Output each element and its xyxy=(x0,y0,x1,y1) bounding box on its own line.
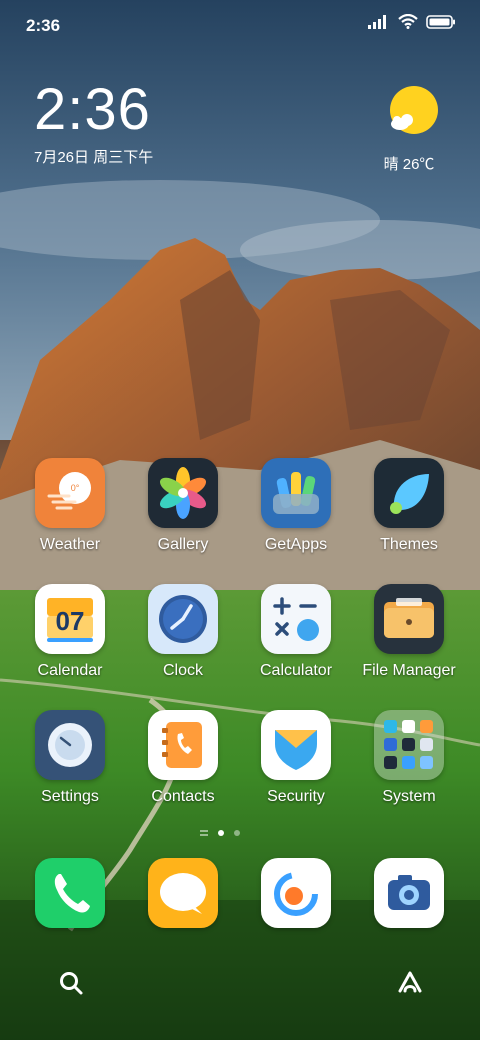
app-system-folder[interactable]: System xyxy=(354,710,464,806)
app-clock[interactable]: Clock xyxy=(128,584,238,680)
contacts-icon xyxy=(148,710,218,780)
wifi-icon xyxy=(398,14,418,29)
app-gallery[interactable]: Gallery xyxy=(128,458,238,554)
app-calculator[interactable]: Calculator xyxy=(241,584,351,680)
app-label: System xyxy=(382,788,436,805)
app-label: Clock xyxy=(162,662,203,679)
dock-phone[interactable] xyxy=(15,858,125,928)
app-themes[interactable]: Themes xyxy=(354,458,464,554)
phone-icon xyxy=(35,858,105,928)
status-bar: 2:36 xyxy=(0,0,480,50)
battery-icon xyxy=(426,14,455,29)
dock-messages[interactable] xyxy=(128,858,238,928)
calculator-icon xyxy=(261,584,331,654)
app-label: Contacts xyxy=(151,788,215,805)
app-settings[interactable]: Settings xyxy=(15,710,125,806)
app-file-manager[interactable]: File Manager xyxy=(354,584,464,680)
app-contacts[interactable]: Contacts xyxy=(128,710,238,806)
search-icon[interactable] xyxy=(58,970,84,996)
dock-browser[interactable] xyxy=(241,858,351,928)
app-label: Calendar xyxy=(37,662,103,679)
page-dot xyxy=(234,830,240,836)
app-label: Themes xyxy=(380,536,438,553)
calendar-icon: 07 xyxy=(35,584,105,654)
widget-date: 7月26日 周三下午 xyxy=(34,149,154,166)
security-icon xyxy=(261,710,331,780)
weather-icon: 0° xyxy=(35,458,105,528)
getapps-icon xyxy=(261,458,331,528)
weather-icon-temp: 0° xyxy=(71,483,80,493)
widget-time: 2:36 xyxy=(34,77,151,142)
app-label: File Manager xyxy=(362,662,456,679)
app-label: Security xyxy=(267,788,325,805)
app-getapps[interactable]: GetApps xyxy=(241,458,351,554)
themes-icon xyxy=(374,458,444,528)
app-weather[interactable]: 0° Weather xyxy=(15,458,125,554)
file-manager-icon xyxy=(374,584,444,654)
app-label: Gallery xyxy=(157,536,209,553)
weather-summary: 晴 26℃ xyxy=(383,156,435,173)
signal-icon xyxy=(368,14,386,29)
messages-icon xyxy=(148,858,218,928)
app-label: Weather xyxy=(39,536,101,553)
settings-icon xyxy=(35,710,105,780)
dock-camera[interactable] xyxy=(354,858,464,928)
sun-cloud-icon xyxy=(390,86,438,134)
gallery-icon xyxy=(148,458,218,528)
camera-icon xyxy=(374,858,444,928)
app-security[interactable]: Security xyxy=(241,710,351,806)
page-indicator[interactable] xyxy=(200,830,240,836)
app-vault-icon[interactable] xyxy=(396,969,424,995)
clock-widget[interactable]: 2:36 7月26日 周三下午 xyxy=(34,80,153,167)
page-indicator-list xyxy=(200,830,208,836)
browser-icon xyxy=(261,858,331,928)
weather-widget[interactable]: 晴 26℃ xyxy=(384,84,444,174)
calendar-date-badge: 07 xyxy=(56,606,85,636)
app-label: Calculator xyxy=(259,662,333,679)
app-label: GetApps xyxy=(264,536,328,553)
page-dot-active xyxy=(218,830,224,836)
app-label: Settings xyxy=(41,788,99,805)
status-time: 2:36 xyxy=(26,16,61,35)
system-folder-icon xyxy=(374,710,444,780)
app-calendar[interactable]: 07 Calendar xyxy=(15,584,125,680)
bottom-bar xyxy=(0,960,480,1010)
clock-icon xyxy=(148,584,218,654)
